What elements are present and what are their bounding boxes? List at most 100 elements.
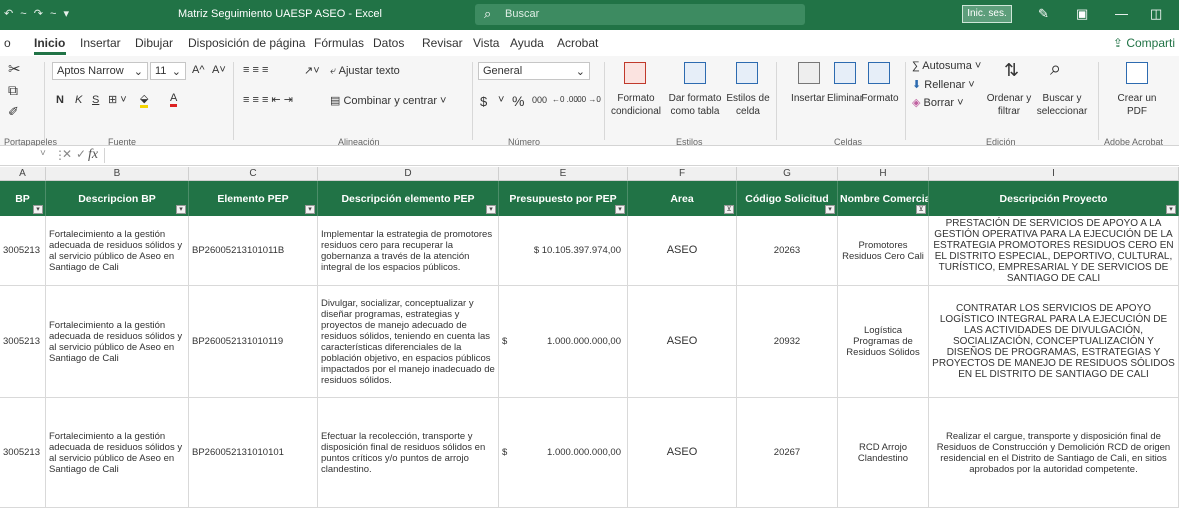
filter-active-icon[interactable]: ⊻ <box>916 205 926 214</box>
header-cell-area[interactable]: Area ⊻ <box>628 181 737 216</box>
tab-file[interactable]: o <box>4 36 11 50</box>
increase-decimal-button[interactable]: ←0 .00 <box>552 95 578 104</box>
minimize-icon[interactable]: — <box>1115 6 1128 21</box>
filter-dropdown-icon[interactable]: ▾ <box>176 205 186 214</box>
cell-presupuesto[interactable]: $ 10.105.397.974,00 <box>499 216 628 286</box>
tab-ayuda[interactable]: Ayuda <box>510 36 544 50</box>
tab-dibujar[interactable]: Dibujar <box>135 36 173 50</box>
conditional-format-icon[interactable] <box>624 62 646 84</box>
header-cell-descripcion-proyecto[interactable]: Descripción Proyecto ▾ <box>929 181 1179 216</box>
fill-color-icon[interactable]: ⬙ <box>140 92 149 108</box>
column-header-d[interactable]: D <box>318 167 499 181</box>
cell-area[interactable]: ASEO <box>628 216 737 286</box>
cell-descripcion-proyecto[interactable]: PRESTACIÓN DE SERVICIOS DE APOYO A LA GE… <box>929 216 1179 286</box>
filter-dropdown-icon[interactable]: ▾ <box>615 205 625 214</box>
column-header-f[interactable]: F <box>628 167 737 181</box>
cell-descripcion-bp[interactable]: Fortalecimiento a la gestión adecuada de… <box>46 398 189 508</box>
find-select-button[interactable]: Buscar y seleccionar <box>1034 92 1090 118</box>
header-cell-codigo[interactable]: Código Solicitud ▾ <box>737 181 838 216</box>
currency-chevron-icon[interactable]: ˅ <box>498 94 504 106</box>
cancel-icon[interactable]: ✕ <box>62 147 72 161</box>
sort-filter-button[interactable]: Ordenar y filtrar <box>984 92 1034 118</box>
insert-function-button[interactable]: fx <box>88 147 98 163</box>
cell-area[interactable]: ASEO <box>628 398 737 508</box>
header-cell-presupuesto[interactable]: Presupuesto por PEP ▾ <box>499 181 628 216</box>
format-table-icon[interactable] <box>684 62 706 84</box>
underline-button[interactable]: S <box>92 94 99 106</box>
percent-button[interactable]: % <box>512 93 524 109</box>
align-left-icon[interactable]: ≡ ≡ ≡ ⇤ ⇥ <box>243 93 293 106</box>
cell-descripcion-pep[interactable]: Efectuar la recolección, transporte y di… <box>318 398 499 508</box>
fill-button[interactable]: ⬇ Rellenar ˅ <box>912 78 975 91</box>
column-header-h[interactable]: H <box>838 167 929 181</box>
format-table-button[interactable]: Dar formato como tabla <box>664 92 726 118</box>
thousands-button[interactable]: 000 <box>532 95 547 105</box>
create-pdf-icon[interactable] <box>1126 62 1148 84</box>
tab-datos[interactable]: Datos <box>373 36 404 50</box>
tab-disposicion[interactable]: Disposición de página <box>188 36 305 50</box>
cell-nombre-comercial[interactable]: Logística Programas de Residuos Sólidos <box>838 286 929 398</box>
formula-input[interactable] <box>106 146 1179 165</box>
filter-dropdown-icon[interactable]: ▾ <box>486 205 496 214</box>
tab-revisar[interactable]: Revisar <box>422 36 463 50</box>
header-cell-bp[interactable]: BP ▾ <box>0 181 46 216</box>
search-box[interactable]: ⌕ Buscar <box>475 4 805 25</box>
cell-elemento-pep[interactable]: BP260052131010119 <box>189 286 318 398</box>
cut-icon[interactable]: ✂ <box>8 60 21 78</box>
borders-icon[interactable]: ⊞ ˅ <box>108 93 127 106</box>
merge-center-button[interactable]: ▤ Combinar y centrar ˅ <box>330 94 446 107</box>
filter-dropdown-icon[interactable]: ▾ <box>825 205 835 214</box>
filter-dropdown-icon[interactable]: ▾ <box>305 205 315 214</box>
create-pdf-button[interactable]: Crear un PDF <box>1112 92 1162 118</box>
cell-descripcion-pep[interactable]: Implementar la estrategia de promotores … <box>318 216 499 286</box>
share-button[interactable]: ⇪ Comparti <box>1113 36 1175 50</box>
format-cells-button[interactable]: Formato <box>858 92 902 105</box>
cell-nombre-comercial[interactable]: Promotores Residuos Cero Cali <box>838 216 929 286</box>
cell-descripcion-bp[interactable]: Fortalecimiento a la gestión adecuada de… <box>46 286 189 398</box>
enter-icon[interactable]: ✓ <box>76 147 86 161</box>
cell-codigo[interactable]: 20263 <box>737 216 838 286</box>
sort-filter-icon[interactable]: ⇅ <box>1004 60 1019 81</box>
currency-button[interactable]: $ <box>480 94 487 109</box>
italic-button[interactable]: K <box>75 94 82 106</box>
shrink-font-button[interactable]: A˅ <box>212 64 226 76</box>
grow-font-button[interactable]: A^ <box>192 64 205 76</box>
filter-dropdown-icon[interactable]: ▾ <box>33 205 43 214</box>
tab-vista[interactable]: Vista <box>473 36 499 50</box>
orientation-icon[interactable]: ↗˅ <box>304 64 320 77</box>
cell-bp[interactable]: 3005213 <box>0 286 46 398</box>
tab-inicio[interactable]: Inicio <box>34 36 65 50</box>
font-name-select[interactable]: Aptos Narrow ⌄ <box>52 62 148 80</box>
insert-cells-icon[interactable] <box>798 62 820 84</box>
bold-button[interactable]: N <box>56 94 64 106</box>
cell-elemento-pep[interactable]: BP26005213101011B <box>189 216 318 286</box>
filter-active-icon[interactable]: ⊻ <box>724 205 734 214</box>
quick-access-toolbar[interactable]: ↶ ~ ↷ ~ ▾ <box>4 7 71 20</box>
cell-descripcion-pep[interactable]: Divulgar, socializar, conceptualizar y d… <box>318 286 499 398</box>
cell-codigo[interactable]: 20267 <box>737 398 838 508</box>
pen-icon[interactable]: ✎ <box>1038 6 1049 22</box>
delete-cells-icon[interactable] <box>834 62 856 84</box>
cell-styles-button[interactable]: Estilos de celda <box>726 92 770 118</box>
column-header-g[interactable]: G <box>737 167 838 181</box>
conditional-format-button[interactable]: Formato condicional <box>610 92 662 118</box>
filter-dropdown-icon[interactable]: ▾ <box>1166 205 1176 214</box>
font-color-icon[interactable]: A <box>170 92 178 107</box>
cell-bp[interactable]: 3005213 <box>0 216 46 286</box>
tab-acrobat[interactable]: Acrobat <box>557 36 598 50</box>
column-header-a[interactable]: A <box>0 167 46 181</box>
column-header-c[interactable]: C <box>189 167 318 181</box>
wrap-text-button[interactable]: ⤶ Ajustar texto <box>330 65 400 78</box>
sign-in-button[interactable]: Inic. ses. <box>962 5 1012 23</box>
name-box-chevron-icon[interactable]: ˅ <box>40 148 46 159</box>
cell-presupuesto[interactable]: $1.000.000.000,00 <box>499 398 628 508</box>
cell-presupuesto[interactable]: $1.000.000.000,00 <box>499 286 628 398</box>
header-cell-descripcion-pep[interactable]: Descripción elemento PEP ▾ <box>318 181 499 216</box>
align-top-icon[interactable]: ≡ ≡ ≡ <box>243 64 268 76</box>
cell-elemento-pep[interactable]: BP260052131010101 <box>189 398 318 508</box>
autosum-button[interactable]: ∑ Autosuma ˅ <box>912 60 981 72</box>
tab-insertar[interactable]: Insertar <box>80 36 121 50</box>
format-painter-icon[interactable]: ✐ <box>8 104 19 120</box>
restore-icon[interactable]: ◫ <box>1150 6 1162 22</box>
column-header-b[interactable]: B <box>46 167 189 181</box>
